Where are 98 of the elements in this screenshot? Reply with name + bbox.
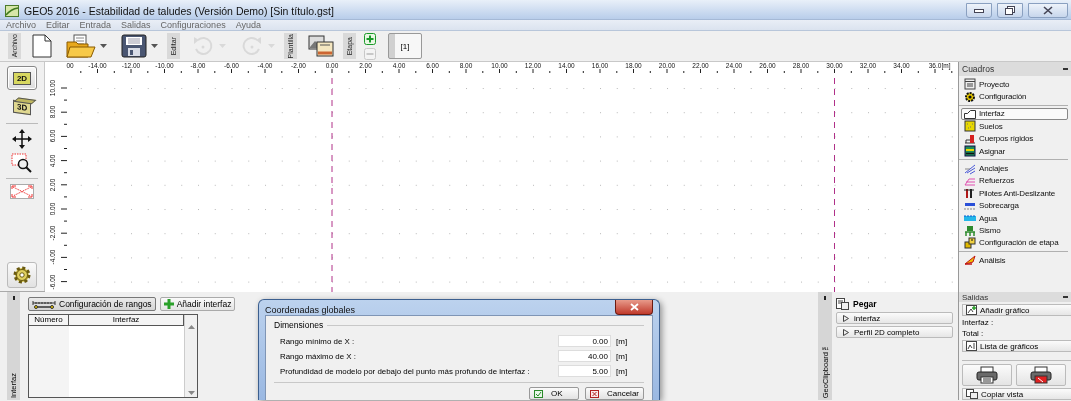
restore-button[interactable]	[997, 3, 1023, 18]
dialog-title: Coordenadas globales	[265, 304, 356, 315]
block-icon	[964, 132, 976, 145]
template-pictures-icon	[308, 35, 334, 57]
restore-icon	[1005, 6, 1015, 15]
document-icon	[32, 34, 52, 58]
panel-item[interactable]: Configuración de etapa	[961, 236, 1068, 250]
open-button[interactable]	[63, 34, 110, 58]
expand-arrows-icon	[10, 184, 34, 199]
panel-item[interactable]: Análisis	[961, 254, 1068, 267]
panel-item[interactable]: Agua	[961, 211, 1068, 225]
panel-item[interactable]: Suelos	[961, 120, 1068, 133]
settings-button[interactable]	[7, 262, 37, 288]
ok-button[interactable]: OK	[529, 387, 579, 400]
picture-list-icon	[966, 341, 977, 351]
panel-item[interactable]: Proyecto	[961, 78, 1068, 91]
close-button[interactable]	[615, 300, 653, 315]
add-chart-button[interactable]: Añadir gráfico	[962, 304, 1071, 316]
unit-label: [m]	[616, 336, 629, 346]
layers-icon	[964, 145, 976, 158]
column-header: Interfaz	[69, 315, 184, 326]
profile-line-icon	[964, 108, 976, 120]
structure-icon	[964, 224, 976, 237]
section-title: Pegar	[853, 299, 877, 309]
save-button[interactable]	[118, 34, 161, 58]
panel-item[interactable]: Anclajes	[961, 162, 1068, 175]
add-picture-icon	[966, 305, 977, 315]
wedge-icon	[964, 254, 976, 267]
template-button[interactable]	[305, 35, 337, 57]
menu-item[interactable]: Configuraciones	[160, 20, 226, 30]
menu-item[interactable]: Salidas	[121, 20, 151, 30]
cancel-button[interactable]: Cancelar	[585, 387, 644, 400]
scroll-down-icon	[187, 391, 195, 395]
view-mode-button[interactable]: 2D	[7, 66, 37, 90]
zoom-extents-button[interactable]	[10, 184, 34, 199]
minimize-button[interactable]	[966, 3, 992, 18]
close-button[interactable]	[1028, 3, 1068, 18]
panel-item[interactable]: Configuración	[961, 90, 1068, 103]
panel-item[interactable]: Sobrecarga	[961, 199, 1068, 212]
input-field[interactable]: 0.00	[558, 335, 611, 347]
panel-title: Salidas	[962, 292, 989, 302]
menu-item[interactable]: Editar	[46, 20, 70, 30]
caret-icon	[151, 44, 158, 48]
range-settings-button[interactable]: Configuración de rangos	[28, 297, 156, 311]
add-interface-button[interactable]: Añadir interfaz	[159, 297, 236, 311]
caret-icon	[100, 44, 107, 48]
range-scale-icon	[32, 299, 56, 309]
input-field[interactable]: 5.00	[558, 365, 611, 377]
printer-icon	[1030, 366, 1052, 384]
anchor-lines-icon	[964, 162, 976, 175]
settings-icon	[12, 265, 32, 285]
squares-icon	[964, 236, 976, 249]
panel-title: Cuadros	[962, 64, 995, 74]
app-logo-icon	[5, 4, 19, 17]
printer-icon	[976, 366, 998, 384]
stage-add-button[interactable]	[364, 32, 376, 45]
panel-item[interactable]: Pilotes Anti-Deslizante	[961, 187, 1068, 200]
zoom-button[interactable]	[11, 153, 33, 173]
plus-icon	[163, 299, 174, 309]
print-button[interactable]	[962, 364, 1012, 386]
stage-tab[interactable]: [1]	[388, 33, 422, 59]
zoom-icon	[11, 153, 33, 173]
scroll-up-icon	[187, 325, 195, 329]
copy-view-button[interactable]: Copiar vista	[962, 388, 1071, 400]
cross-icon	[590, 389, 599, 398]
panel-item[interactable]: Cuerpos rígidos	[961, 132, 1068, 145]
panel-item[interactable]: Refuerzos	[961, 174, 1068, 188]
new-button[interactable]	[29, 34, 55, 58]
panel-item[interactable]: Sismo	[961, 224, 1068, 237]
paste-icon	[836, 298, 849, 310]
view-mode-button[interactable]: 3D	[7, 94, 37, 118]
menu-item[interactable]: Ayuda	[235, 20, 261, 30]
menu-item[interactable]: Archivo	[6, 20, 36, 30]
panel-item[interactable]: Asignar	[961, 144, 1068, 158]
close-icon	[629, 303, 639, 311]
paste-item-button[interactable]: interfaz	[836, 312, 953, 324]
panel-item[interactable]: Interfaz	[961, 107, 1068, 121]
chart-list-button[interactable]: Lista de gráficos	[962, 340, 1071, 352]
gear-icon	[964, 90, 976, 103]
window-title: GEO5 2016 - Estabilidad de taludes (Versión Demo) [Sin título.gst]	[24, 4, 334, 17]
check-icon	[534, 389, 543, 398]
pan-button[interactable]	[12, 129, 32, 149]
unit-label: [m]	[616, 351, 629, 361]
window-icon	[964, 78, 976, 91]
soil-square-icon	[964, 120, 976, 133]
piles-icon	[964, 187, 976, 200]
four-way-arrow-icon	[12, 129, 32, 149]
field-label: Total :	[961, 329, 985, 338]
unit-label: [m]	[616, 366, 629, 376]
print-button[interactable]	[1016, 364, 1066, 386]
close-icon	[1043, 6, 1053, 15]
folder-icon	[66, 34, 96, 58]
paste-item-button[interactable]: Perfil 2D completo	[836, 326, 953, 338]
minimize-icon	[974, 8, 984, 13]
field-label: Interfaz :	[961, 318, 995, 327]
input-field[interactable]: 40.00	[558, 350, 611, 362]
group-label: Dimensiones	[274, 320, 324, 330]
menu-item[interactable]: Entrada	[79, 20, 112, 30]
